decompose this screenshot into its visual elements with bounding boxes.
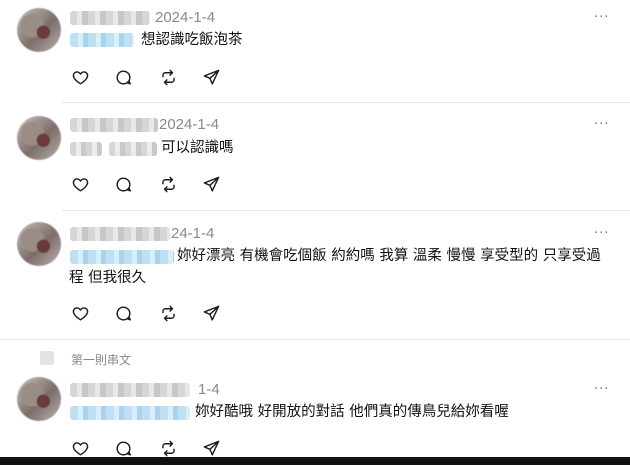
- comment-icon: [115, 441, 131, 456]
- more-options-button[interactable]: ···: [594, 226, 609, 241]
- post-actions: [69, 66, 229, 88]
- thread-marker-icon: [40, 351, 54, 365]
- thread-section-label: 第一則串文: [71, 353, 132, 367]
- divider: [0, 339, 630, 340]
- post-date: 24-1-4: [171, 225, 215, 242]
- repost-icon: [161, 176, 175, 192]
- post-text: 妳好酷哦 好開放的對話 他們真的傳鳥兒給妳看喔: [195, 404, 509, 420]
- bottom-edge-bar: [0, 457, 630, 465]
- repost-button[interactable]: [157, 302, 179, 324]
- post-text-line-2: 程 但我很久: [69, 270, 147, 286]
- username-redacted[interactable]: [70, 383, 190, 397]
- post-actions: [69, 173, 229, 195]
- post-date: 2024-1-4: [159, 116, 220, 133]
- share-icon: [203, 305, 219, 321]
- like-button[interactable]: [69, 173, 91, 195]
- heart-icon: [72, 306, 88, 321]
- share-button[interactable]: [200, 173, 222, 195]
- repost-icon: [161, 69, 175, 85]
- more-options-button[interactable]: ···: [594, 10, 609, 25]
- comment-icon: [115, 306, 131, 321]
- heart-icon: [72, 441, 88, 456]
- like-button[interactable]: [69, 66, 91, 88]
- share-icon: [203, 69, 219, 85]
- like-button[interactable]: [69, 302, 91, 324]
- mention-redacted[interactable]: [70, 406, 190, 420]
- avatar[interactable]: [17, 116, 61, 160]
- more-options-button[interactable]: ···: [594, 117, 609, 132]
- post-date: 2024-1-4: [155, 9, 216, 26]
- share-button[interactable]: [200, 302, 222, 324]
- divider: [62, 102, 630, 103]
- avatar[interactable]: [17, 222, 61, 266]
- repost-icon: [161, 440, 175, 456]
- repost-button[interactable]: [157, 173, 179, 195]
- avatar[interactable]: [17, 377, 61, 421]
- post-text-line-1: 妳好漂亮 有機會吃個飯 約約嗎 我算 溫柔 慢慢 享受型的 只享受過: [177, 248, 601, 264]
- divider: [62, 210, 630, 211]
- like-button[interactable]: [69, 437, 91, 459]
- comment-button[interactable]: [112, 437, 134, 459]
- mention-redacted[interactable]: [70, 33, 134, 47]
- heart-icon: [72, 70, 88, 85]
- post-text: 可以認識嗎: [161, 140, 234, 156]
- mention-redacted[interactable]: [109, 142, 157, 156]
- comment-icon: [115, 70, 131, 85]
- username-redacted[interactable]: [70, 118, 158, 132]
- repost-button[interactable]: [157, 437, 179, 459]
- username-redacted[interactable]: [70, 11, 150, 25]
- post-text: 想認識吃飯泡茶: [141, 32, 243, 48]
- comment-button[interactable]: [112, 302, 134, 324]
- mention-redacted[interactable]: [70, 250, 174, 264]
- share-button[interactable]: [200, 66, 222, 88]
- post-date: 1-4: [198, 381, 220, 398]
- mention-redacted[interactable]: [70, 142, 102, 156]
- username-redacted[interactable]: [70, 227, 170, 241]
- more-options-button[interactable]: ···: [594, 382, 609, 397]
- comment-icon: [115, 177, 131, 192]
- comment-button[interactable]: [112, 66, 134, 88]
- post-actions: [69, 437, 229, 459]
- comment-button[interactable]: [112, 173, 134, 195]
- avatar[interactable]: [17, 8, 61, 52]
- repost-button[interactable]: [157, 66, 179, 88]
- share-button[interactable]: [200, 437, 222, 459]
- heart-icon: [72, 177, 88, 192]
- share-icon: [203, 176, 219, 192]
- post-actions: [69, 302, 229, 324]
- share-icon: [203, 440, 219, 456]
- repost-icon: [161, 305, 175, 321]
